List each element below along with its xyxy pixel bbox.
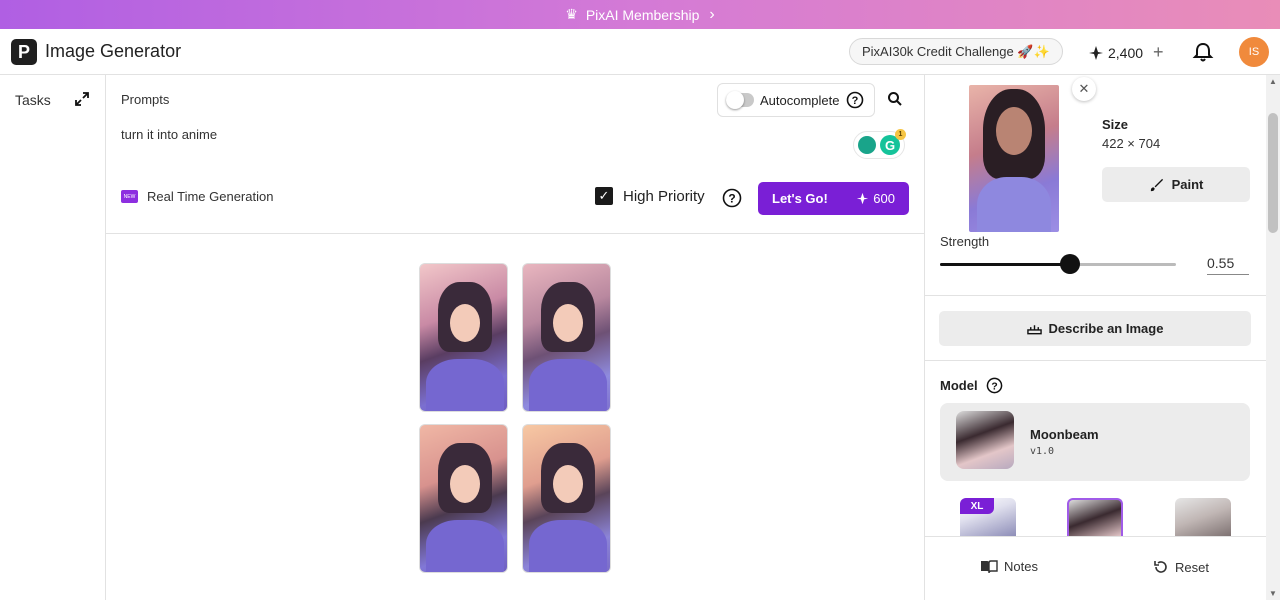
scroll-down-icon[interactable]: ▼ bbox=[1269, 589, 1277, 598]
reset-button[interactable]: Reset bbox=[1153, 559, 1209, 575]
describe-label: Describe an Image bbox=[1048, 321, 1164, 336]
notes-button[interactable]: Notes bbox=[980, 559, 1038, 574]
generated-image[interactable] bbox=[522, 424, 611, 573]
model-card[interactable]: Moonbeam v1.0 bbox=[940, 403, 1250, 481]
notes-label: Notes bbox=[1004, 559, 1038, 574]
real-time-label: Real Time Generation bbox=[147, 189, 274, 204]
size-value: 422 × 704 bbox=[1102, 136, 1161, 151]
credits-icon bbox=[857, 192, 869, 205]
divider bbox=[925, 295, 1267, 296]
help-icon[interactable]: ? bbox=[986, 377, 1003, 394]
svg-text:?: ? bbox=[728, 192, 735, 206]
strength-input[interactable]: 0.55 bbox=[1207, 255, 1249, 275]
credit-challenge-button[interactable]: PixAI30k Credit Challenge 🚀✨ bbox=[849, 38, 1063, 65]
book-icon bbox=[981, 559, 998, 573]
model-name: Moonbeam bbox=[1030, 427, 1099, 442]
credits-amount: 2,400 bbox=[1108, 44, 1144, 61]
generate-button[interactable]: Let's Go! 600 bbox=[758, 182, 909, 215]
paint-button[interactable]: Paint bbox=[1102, 167, 1250, 202]
high-priority-label: High Priority bbox=[623, 187, 705, 205]
page-scrollbar[interactable]: ▲ ▼ bbox=[1266, 75, 1280, 600]
add-credits-icon[interactable]: + bbox=[1153, 42, 1164, 63]
svg-text:?: ? bbox=[991, 381, 997, 392]
notifications-bell-icon[interactable] bbox=[1192, 41, 1214, 68]
reset-label: Reset bbox=[1175, 559, 1209, 575]
high-priority-checkbox[interactable]: ✓ bbox=[595, 187, 613, 205]
strength-slider-handle[interactable] bbox=[1059, 254, 1080, 274]
membership-label: PixAI Membership bbox=[585, 6, 700, 23]
chevron-right-icon: › bbox=[709, 5, 715, 23]
generate-label: Let's Go! bbox=[772, 191, 828, 206]
new-badge: NEW bbox=[121, 190, 138, 203]
strength-label: Strength bbox=[940, 234, 990, 249]
paint-label: Paint bbox=[1171, 177, 1204, 192]
high-priority-help-icon[interactable]: ? bbox=[722, 188, 742, 213]
xl-badge: XL bbox=[960, 498, 994, 514]
help-icon[interactable]: ? bbox=[846, 91, 864, 109]
prompt-panel: Prompts Autocomplete ? turn it into anim… bbox=[106, 75, 924, 234]
app-header: P Image Generator PixAI30k Credit Challe… bbox=[0, 29, 1280, 75]
lightbulb-icon bbox=[858, 136, 876, 154]
user-avatar[interactable]: IS bbox=[1239, 37, 1269, 67]
generated-image[interactable] bbox=[419, 424, 508, 573]
close-icon[interactable]: ✕ bbox=[1072, 77, 1096, 101]
high-priority-option[interactable]: ✓ High Priority bbox=[595, 187, 705, 205]
prompts-label: Prompts bbox=[121, 92, 170, 107]
grammarly-count-badge: 1 bbox=[895, 129, 906, 140]
grammarly-widget[interactable]: G 1 bbox=[853, 129, 906, 159]
settings-panel: ✕ Size 422 × 704 Paint Strength 0.55 Des… bbox=[924, 75, 1267, 600]
membership-banner[interactable]: ♛ PixAI Membership › bbox=[0, 0, 1280, 29]
model-option[interactable]: XL bbox=[960, 498, 1016, 536]
real-time-generation[interactable]: NEW Real Time Generation bbox=[121, 189, 273, 204]
panel-footer: Notes Reset bbox=[925, 536, 1267, 600]
prompt-input[interactable]: turn it into anime bbox=[121, 127, 217, 142]
brush-icon bbox=[1150, 178, 1163, 192]
model-option[interactable] bbox=[1175, 498, 1231, 536]
crown-icon: ♛ bbox=[565, 6, 578, 22]
search-icon[interactable] bbox=[887, 91, 903, 112]
model-thumbnail bbox=[956, 411, 1014, 469]
scroll-up-icon[interactable]: ▲ bbox=[1269, 77, 1277, 86]
grammarly-icon: G 1 bbox=[880, 129, 906, 155]
generate-cost-value: 600 bbox=[873, 191, 895, 206]
toggle-switch[interactable] bbox=[726, 91, 754, 109]
model-version: v1.0 bbox=[1030, 446, 1055, 457]
divider bbox=[925, 360, 1267, 361]
reference-image[interactable] bbox=[969, 85, 1059, 232]
autocomplete-toggle[interactable]: Autocomplete ? bbox=[717, 83, 875, 117]
tasks-sidebar: Tasks bbox=[0, 75, 106, 600]
app-logo[interactable]: P bbox=[11, 39, 37, 65]
size-label: Size bbox=[1102, 117, 1129, 132]
generate-cost: 600 bbox=[856, 191, 895, 206]
autocomplete-label: Autocomplete bbox=[760, 92, 840, 108]
strength-slider[interactable] bbox=[940, 254, 1176, 274]
scrollbar-thumb[interactable] bbox=[1268, 113, 1278, 233]
describe-icon bbox=[1026, 324, 1042, 334]
generated-image[interactable] bbox=[522, 263, 611, 412]
model-label: Model bbox=[940, 378, 978, 393]
credits-display[interactable]: 2,400 + bbox=[1088, 42, 1164, 63]
expand-icon[interactable] bbox=[74, 91, 90, 112]
page-title: Image Generator bbox=[45, 41, 182, 61]
model-option-selected[interactable] bbox=[1067, 498, 1123, 536]
svg-text:?: ? bbox=[851, 95, 858, 107]
generated-gallery bbox=[106, 234, 924, 600]
tasks-label: Tasks bbox=[15, 92, 51, 108]
credits-icon bbox=[1089, 45, 1103, 60]
strength-slider-fill bbox=[940, 263, 1070, 266]
generated-image[interactable] bbox=[419, 263, 508, 412]
model-heading: Model ? bbox=[940, 377, 1003, 394]
describe-image-button[interactable]: Describe an Image bbox=[939, 311, 1251, 346]
reset-icon bbox=[1154, 561, 1167, 573]
